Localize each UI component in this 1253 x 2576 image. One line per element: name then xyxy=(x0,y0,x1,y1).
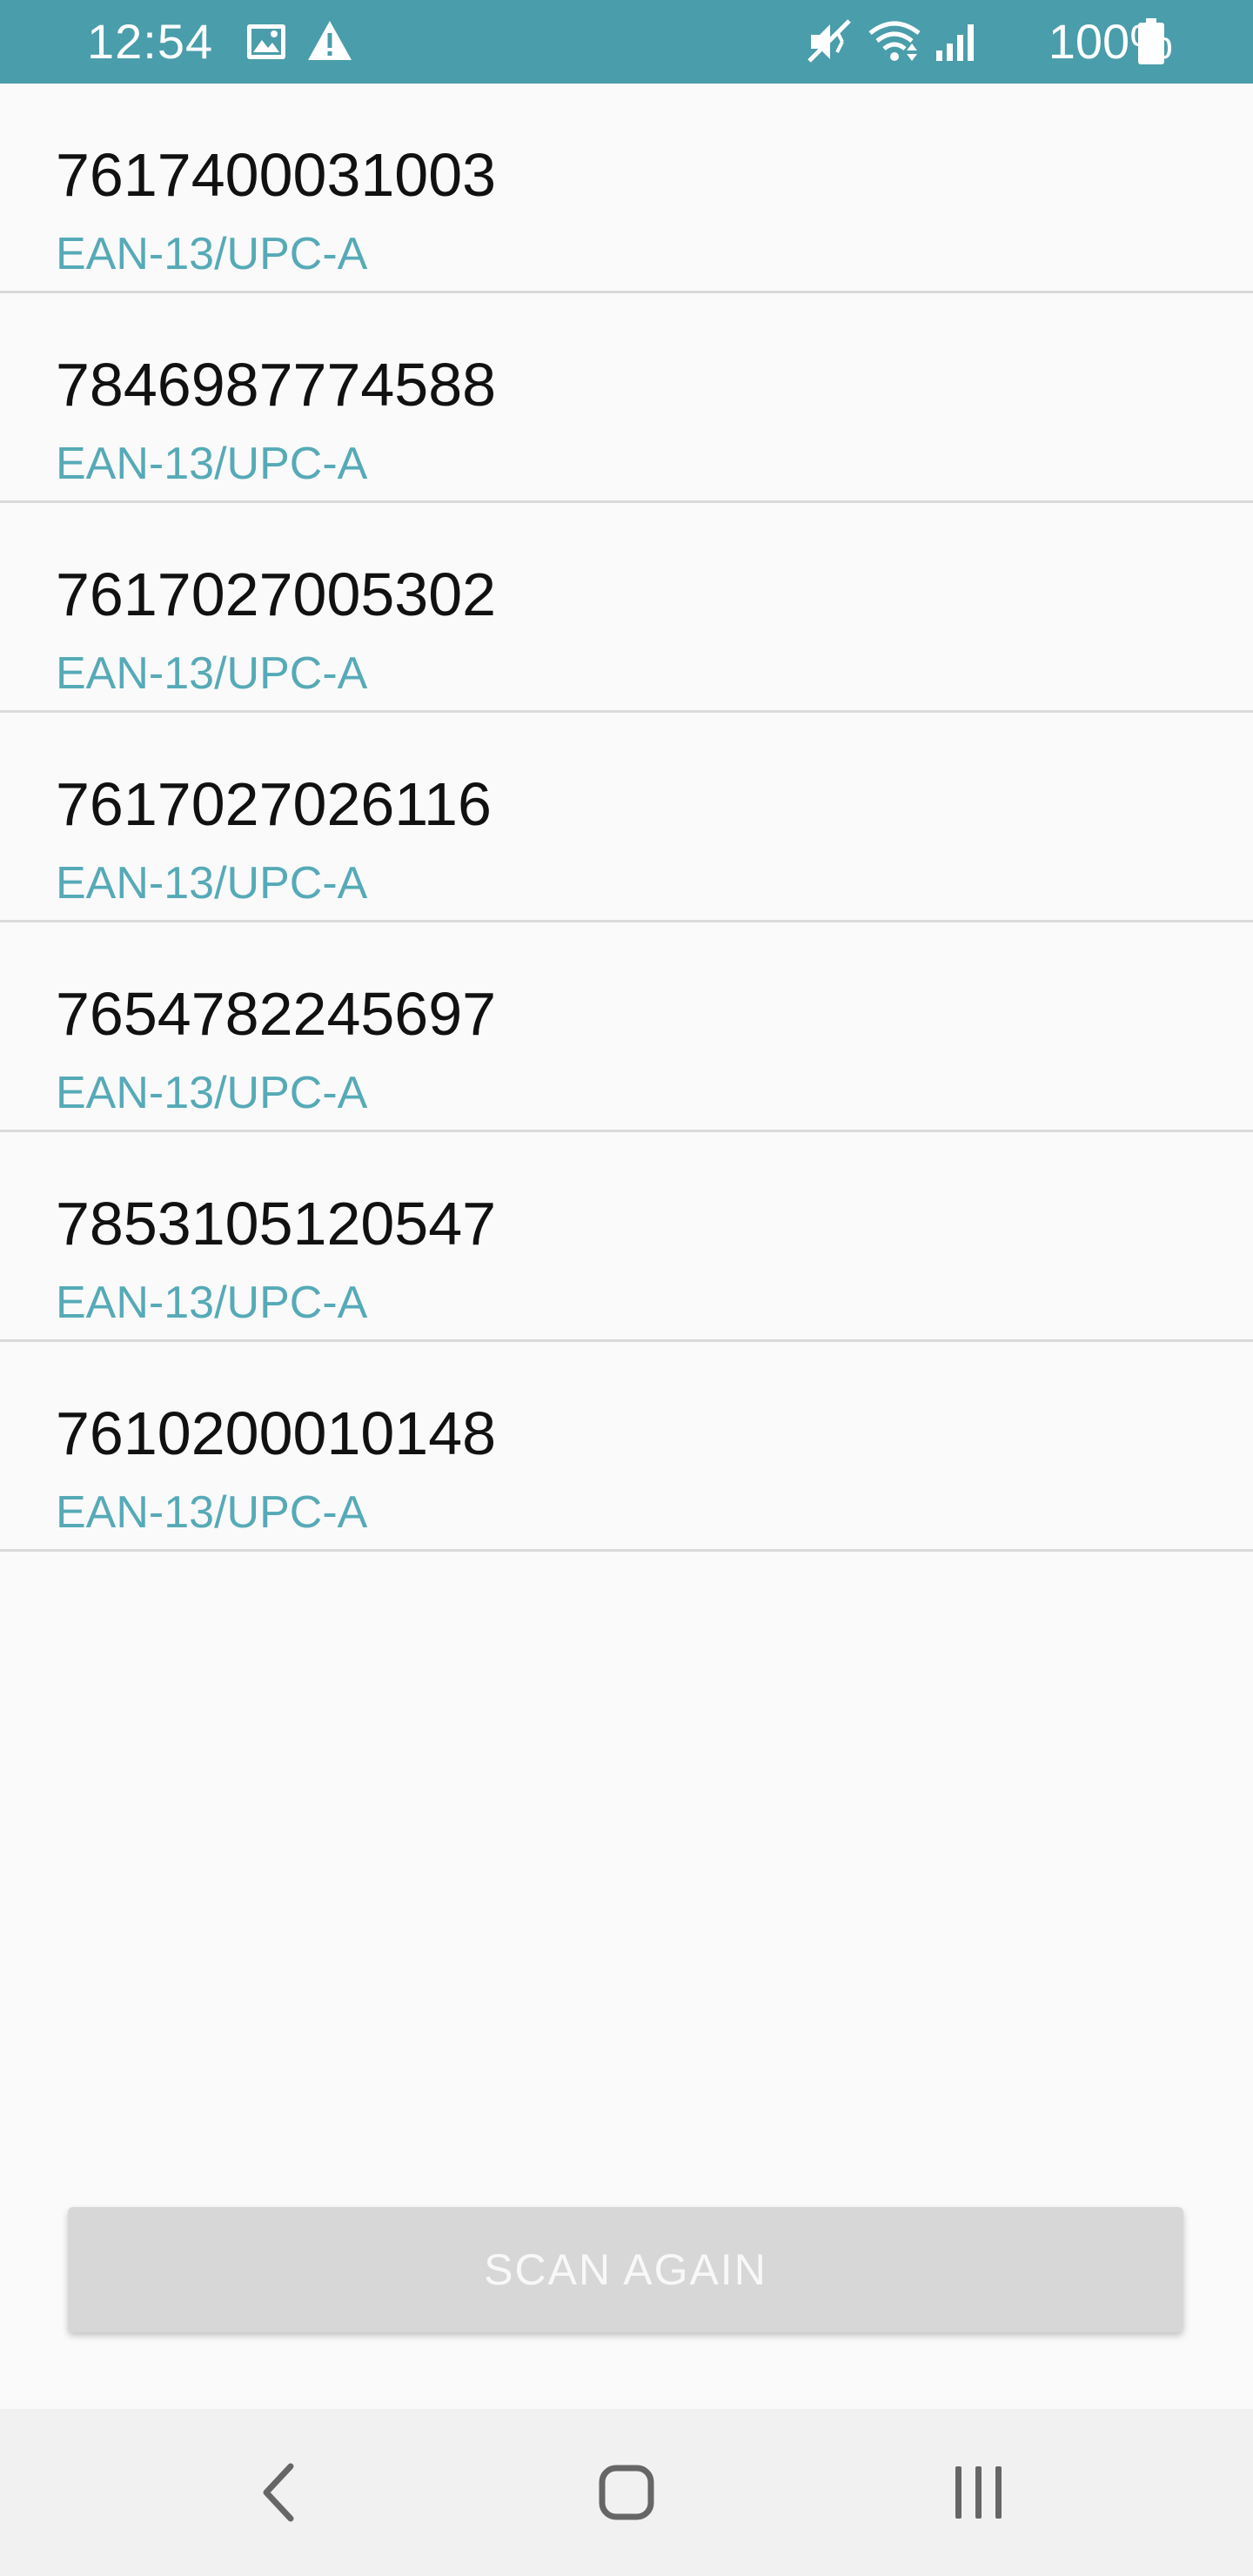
list-item[interactable]: 7610200010148 EAN-13/UPC-A xyxy=(0,1342,1253,1552)
list-item[interactable]: 7654782245697 EAN-13/UPC-A xyxy=(0,922,1253,1132)
home-button[interactable] xyxy=(522,2409,731,2576)
status-time: 12:54 xyxy=(87,14,214,69)
barcode-format: EAN-13/UPC-A xyxy=(56,1487,368,1538)
list-item[interactable]: 7853105120547 EAN-13/UPC-A xyxy=(0,1132,1253,1342)
barcode-value: 7617400031003 xyxy=(56,141,497,209)
barcode-format: EAN-13/UPC-A xyxy=(56,1278,368,1328)
recents-button[interactable] xyxy=(874,2409,1083,2576)
barcode-value: 7853105120547 xyxy=(56,1190,497,1258)
back-icon xyxy=(263,2463,294,2522)
barcode-value: 7617027026116 xyxy=(56,770,492,838)
image-notification-icon xyxy=(247,24,285,59)
status-bar: 12:54 100% xyxy=(0,0,1253,84)
barcode-value: 7617027005302 xyxy=(56,560,497,628)
barcode-format: EAN-13/UPC-A xyxy=(56,1068,368,1118)
warning-icon xyxy=(308,21,352,60)
list-item[interactable]: 7846987774588 EAN-13/UPC-A xyxy=(0,293,1253,503)
scan-again-label: SCAN AGAIN xyxy=(484,2245,767,2294)
back-button[interactable] xyxy=(174,2409,383,2576)
list-item[interactable]: 7617027005302 EAN-13/UPC-A xyxy=(0,503,1253,713)
barcode-value: 7846987774588 xyxy=(56,351,497,419)
navigation-bar xyxy=(0,2409,1253,2576)
mute-icon xyxy=(807,19,851,63)
barcode-format: EAN-13/UPC-A xyxy=(56,229,368,279)
home-icon xyxy=(599,2465,654,2520)
battery-icon xyxy=(1138,18,1164,64)
barcode-format: EAN-13/UPC-A xyxy=(56,439,368,489)
list-item[interactable]: 7617400031003 EAN-13/UPC-A xyxy=(0,84,1253,293)
scan-again-button[interactable]: SCAN AGAIN xyxy=(68,2207,1183,2332)
barcode-list: 7617400031003 EAN-13/UPC-A 7846987774588… xyxy=(0,84,1253,1552)
list-item[interactable]: 7617027026116 EAN-13/UPC-A xyxy=(0,713,1253,922)
barcode-format: EAN-13/UPC-A xyxy=(56,858,368,909)
barcode-format: EAN-13/UPC-A xyxy=(56,648,368,699)
wifi-icon xyxy=(868,21,921,61)
barcode-value: 7610200010148 xyxy=(56,1399,497,1467)
barcode-value: 7654782245697 xyxy=(56,980,497,1048)
signal-icon xyxy=(936,24,974,61)
recents-icon xyxy=(955,2466,1002,2519)
